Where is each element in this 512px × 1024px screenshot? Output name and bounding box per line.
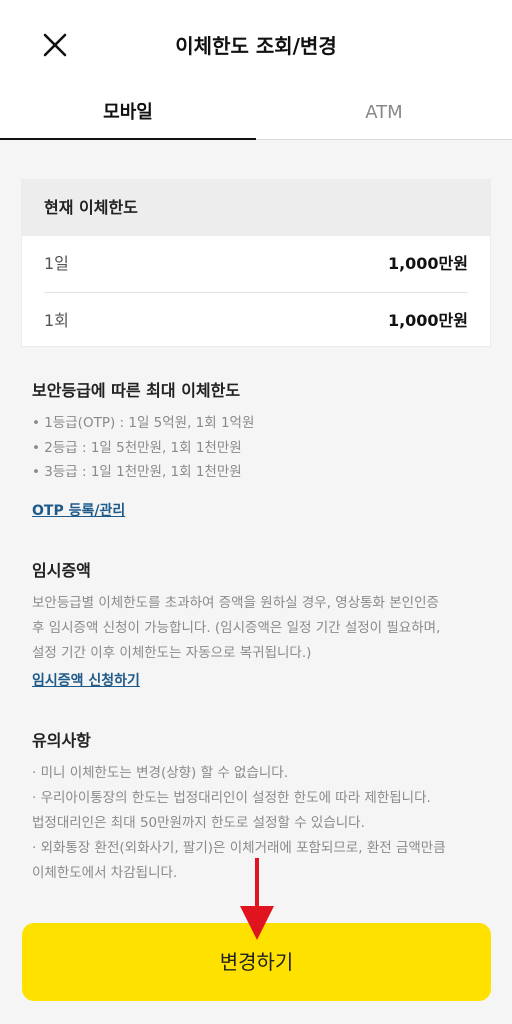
limit-label: 1일 (44, 254, 69, 273)
list-item: • 1등급(OTP) : 1일 5억원, 1회 1억원 (32, 415, 255, 431)
security-limits-section: 보안등급에 따른 최대 이체한도 • 1등급(OTP) : 1일 5억원, 1회… (32, 377, 482, 485)
tab-bar: 모바일 ATM (0, 88, 512, 140)
red-arrow-icon (240, 858, 274, 940)
limit-label: 1회 (44, 311, 69, 330)
page-title: 이체한도 조회/변경 (175, 34, 337, 58)
note-line: 법정대리인은 최대 50만원까지 한도로 설정할 수 있습니다. (32, 815, 365, 831)
temp-increase-text: 보안등급별 이체한도를 초과하여 증액을 원하실 경우, 영상통화 본인인증 (32, 595, 439, 611)
limit-value: 1,000만원 (387, 311, 468, 330)
security-limits-title: 보안등급에 따른 최대 이체한도 (32, 381, 241, 400)
limit-row-daily: 1일 1,000만원 (44, 236, 468, 292)
tab-mobile[interactable]: 모바일 (0, 88, 256, 140)
list-item: • 3등급 : 1일 1천만원, 1회 1천만원 (32, 464, 242, 480)
current-limit-card: 현재 이체한도 1일 1,000만원 1회 1,000만원 (21, 179, 491, 347)
tab-atm[interactable]: ATM (256, 88, 512, 140)
temp-increase-text: 설정 기간 이후 이체한도는 자동으로 복귀됩니다.) (32, 645, 312, 661)
limit-value: 1,000만원 (387, 254, 468, 273)
otp-manage-link[interactable]: OTP 등록/관리 (32, 500, 125, 520)
temp-increase-text: 후 임시증액 신청이 가능합니다. (임시증액은 일정 기간 설정이 필요하며, (32, 620, 441, 636)
temp-increase-title: 임시증액 (32, 561, 91, 580)
top-bar: 이체한도 조회/변경 (0, 0, 512, 88)
temp-increase-section: 임시증액 보안등급별 이체한도를 초과하여 증액을 원하실 경우, 영상통화 본… (32, 557, 482, 666)
temp-increase-link[interactable]: 임시증액 신청하기 (32, 670, 140, 690)
note-line: · 우리아이통장의 한도는 법정대리인이 설정한 한도에 따라 제한됩니다. (32, 790, 431, 806)
limit-row-per-transaction: 1회 1,000만원 (44, 292, 468, 348)
notes-title: 유의사항 (32, 731, 91, 750)
current-limit-title: 현재 이체한도 (22, 180, 490, 236)
list-item: • 2등급 : 1일 5천만원, 1회 1천만원 (32, 439, 242, 456)
note-line: · 미니 이체한도는 변경(상향) 할 수 없습니다. (32, 765, 289, 781)
